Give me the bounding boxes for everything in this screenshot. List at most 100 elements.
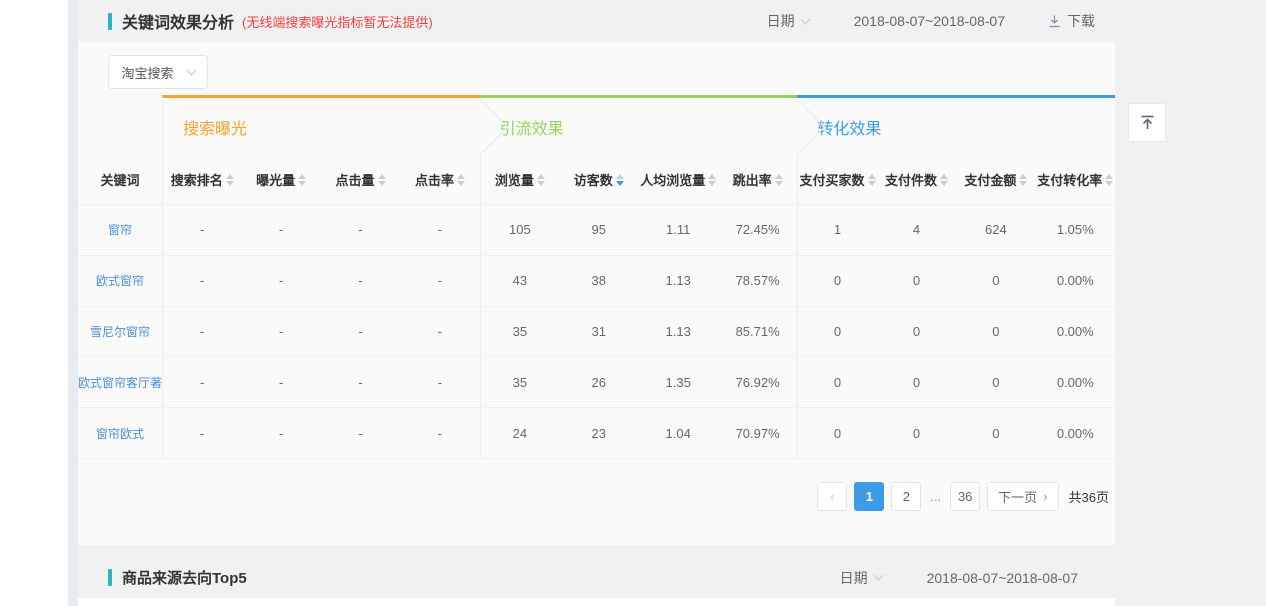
cell: 0.00% (1036, 256, 1115, 307)
section-label: 引流效果 (500, 115, 564, 139)
cell: 35 (480, 307, 559, 358)
cell: 35 (480, 357, 559, 408)
chevron-down-icon (800, 14, 810, 24)
column-header-clicks[interactable]: 点击量 (321, 155, 400, 205)
column-header-visitors[interactable]: 访客数 (559, 155, 638, 205)
sort-icon (298, 174, 306, 186)
cell: 26 (559, 357, 638, 408)
cell: - (162, 357, 241, 408)
cell: 0 (956, 256, 1035, 307)
cell: 31 (559, 307, 638, 358)
accent-bar (108, 13, 112, 30)
product-source-header: 商品来源去向Top5 日期 2018-08-07~2018-08-07 (78, 557, 1115, 598)
column-header-paid-items[interactable]: 支付件数 (877, 155, 956, 205)
column-header-ctr[interactable]: 点击率 (400, 155, 479, 205)
next-card-top-strip (78, 598, 1115, 606)
cell: 95 (559, 205, 638, 256)
keyword-table: 搜索曝光 引流效果 转化效果 关键词 搜索排名 曝光量 点击量 (78, 95, 1115, 459)
column-header-pageviews[interactable]: 浏览量 (480, 155, 559, 205)
channel-select[interactable]: 淘宝搜索 (108, 55, 208, 89)
sort-icon (708, 174, 716, 186)
cell: 1.35 (638, 357, 717, 408)
table-toolbar: 淘宝搜索 (78, 42, 1115, 95)
next-page-label: 下一页 (998, 487, 1037, 506)
pagination-ellipsis: ... (928, 489, 943, 504)
keyword-link[interactable]: 欧式窗帘 (96, 272, 144, 289)
cell: - (400, 256, 479, 307)
cell: 1.13 (638, 256, 717, 307)
pagination-page-1[interactable]: 1 (854, 482, 884, 511)
page-title: 关键词效果分析 (122, 9, 234, 33)
sort-icon (537, 174, 545, 186)
cell: - (162, 256, 241, 307)
back-to-top-button[interactable] (1128, 103, 1166, 142)
sort-icon (1105, 174, 1113, 186)
cell: - (241, 307, 320, 358)
keyword-link[interactable]: 窗帘 (108, 221, 132, 238)
column-header-paid-amount[interactable]: 支付金额 (956, 155, 1035, 205)
cell: - (400, 408, 479, 459)
keyword-link[interactable]: 窗帘欧式 (96, 425, 144, 442)
sort-icon (378, 174, 386, 186)
pagination-next-button[interactable]: 下一页 › (987, 482, 1058, 511)
date-dropdown-label: 日期 (767, 11, 795, 31)
cell: 0 (877, 408, 956, 459)
pagination-page-last[interactable]: 36 (950, 482, 980, 511)
table-row-keyword: 雪尼尔窗帘 (78, 307, 162, 358)
cell: 0 (797, 256, 876, 307)
download-button[interactable]: 下载 (1047, 11, 1095, 31)
column-header-conversion-rate[interactable]: 支付转化率 (1036, 155, 1115, 205)
cell: 1.13 (638, 307, 717, 358)
cell: - (321, 256, 400, 307)
download-label: 下载 (1067, 11, 1095, 31)
cell: 72.45% (718, 205, 797, 256)
cell: 1.04 (638, 408, 717, 459)
pagination-prev-button[interactable]: ‹ (817, 482, 847, 511)
table-row-keyword: 窗帘 (78, 205, 162, 256)
pagination-page-2[interactable]: 2 (891, 482, 921, 511)
sort-icon (868, 174, 876, 186)
cell: 78.57% (718, 256, 797, 307)
download-icon (1047, 14, 1062, 29)
cell: 0 (956, 357, 1035, 408)
keyword-table-card: 淘宝搜索 搜索曝光 引流效果 转化效果 关键词 搜索排名 曝光量 (78, 42, 1115, 545)
cell: 0 (956, 408, 1035, 459)
column-header-paid-buyers[interactable]: 支付买家数 (797, 155, 876, 205)
pagination: ‹ 1 2 ... 36 下一页 › 共36页 (78, 482, 1115, 511)
cell: 38 (559, 256, 638, 307)
cell: - (400, 357, 479, 408)
column-header-search-rank[interactable]: 搜索排名 (162, 155, 241, 205)
left-edge-divider (68, 0, 78, 606)
keyword-analysis-header: 关键词效果分析 (无线端搜索曝光指标暂无法提供) 日期 2018-08-07~2… (78, 0, 1115, 42)
sort-icon (940, 174, 948, 186)
chevron-down-icon (873, 571, 883, 581)
cell: 4 (877, 205, 956, 256)
section-title: 商品来源去向Top5 (122, 567, 247, 588)
cell: - (400, 307, 479, 358)
column-header-avg-pageviews[interactable]: 人均浏览量 (638, 155, 717, 205)
chevron-left-icon: ‹ (830, 489, 834, 504)
date-dropdown[interactable]: 日期 (767, 11, 809, 31)
cell: 76.92% (718, 357, 797, 408)
section-conversion-effect: 转化效果 (797, 95, 1115, 155)
chevron-down-icon (186, 66, 196, 76)
keyword-link[interactable]: 欧式窗帘客厅著 (78, 374, 162, 391)
sort-icon (775, 174, 783, 186)
keyword-link[interactable]: 雪尼尔窗帘 (90, 323, 150, 340)
cell: 0 (877, 256, 956, 307)
cell: - (321, 408, 400, 459)
section-spacer (78, 95, 162, 155)
cell: - (241, 357, 320, 408)
date-dropdown-label: 日期 (840, 568, 868, 588)
date-range-value: 2018-08-07~2018-08-07 (927, 570, 1078, 586)
cell: 0 (797, 357, 876, 408)
cell: 0.00% (1036, 307, 1115, 358)
column-header-bounce-rate[interactable]: 跳出率 (718, 155, 797, 205)
column-header-exposure[interactable]: 曝光量 (241, 155, 320, 205)
cell: 24 (480, 408, 559, 459)
cell: 0 (877, 357, 956, 408)
cell: - (162, 307, 241, 358)
date-dropdown[interactable]: 日期 (840, 568, 882, 588)
cell: - (241, 205, 320, 256)
cell: 0.00% (1036, 408, 1115, 459)
